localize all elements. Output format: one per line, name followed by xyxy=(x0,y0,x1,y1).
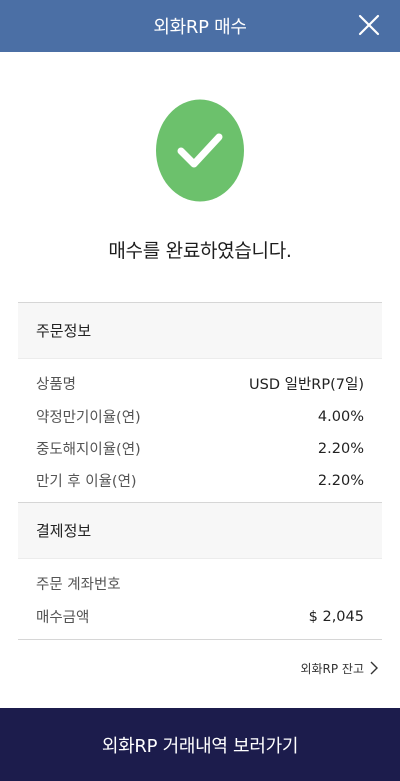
page-title: 외화RP 매수 xyxy=(153,17,247,38)
row-maturity-rate: 약정만기이율(연) 4.00% xyxy=(18,400,382,433)
view-transaction-history-button[interactable]: 외화RP 거래내역 보러가기 xyxy=(0,708,400,781)
check-circle-icon xyxy=(156,99,244,202)
row-value: 2.20% xyxy=(317,440,364,457)
app-header: 외화RP 매수 xyxy=(0,0,400,52)
row-product: 상품명 USD 일반RP(7일) xyxy=(18,367,382,400)
row-value: $ 2,045 xyxy=(308,608,364,625)
row-account-number: 주문 계좌번호 xyxy=(18,567,382,600)
row-value: 2.20% xyxy=(317,472,364,489)
row-label: 상품명 xyxy=(36,377,77,393)
row-label: 중도해지이율(연) xyxy=(36,442,141,458)
divider xyxy=(18,639,382,640)
rp-balance-link[interactable]: 외화RP 잔고 xyxy=(300,658,378,678)
chevron-right-icon xyxy=(370,661,378,675)
row-post-maturity-rate: 만기 후 이율(연) 2.20% xyxy=(18,464,382,497)
order-info-header: 주문정보 xyxy=(18,303,382,359)
row-early-termination-rate: 중도해지이율(연) 2.20% xyxy=(18,432,382,465)
row-value: 4.00% xyxy=(317,408,364,425)
rp-balance-link-label: 외화RP 잔고 xyxy=(300,661,364,676)
close-icon[interactable] xyxy=(358,14,380,36)
row-label: 약정만기이율(연) xyxy=(36,410,141,426)
payment-info-header: 결제정보 xyxy=(18,503,382,559)
row-label: 매수금액 xyxy=(36,610,90,626)
row-purchase-amount: 매수금액 $ 2,045 xyxy=(18,600,382,633)
row-label: 주문 계좌번호 xyxy=(36,577,121,593)
completion-message: 매수를 완료하였습니다. xyxy=(108,240,292,262)
row-label: 만기 후 이율(연) xyxy=(36,474,137,490)
row-value: USD 일반RP(7일) xyxy=(249,377,364,393)
